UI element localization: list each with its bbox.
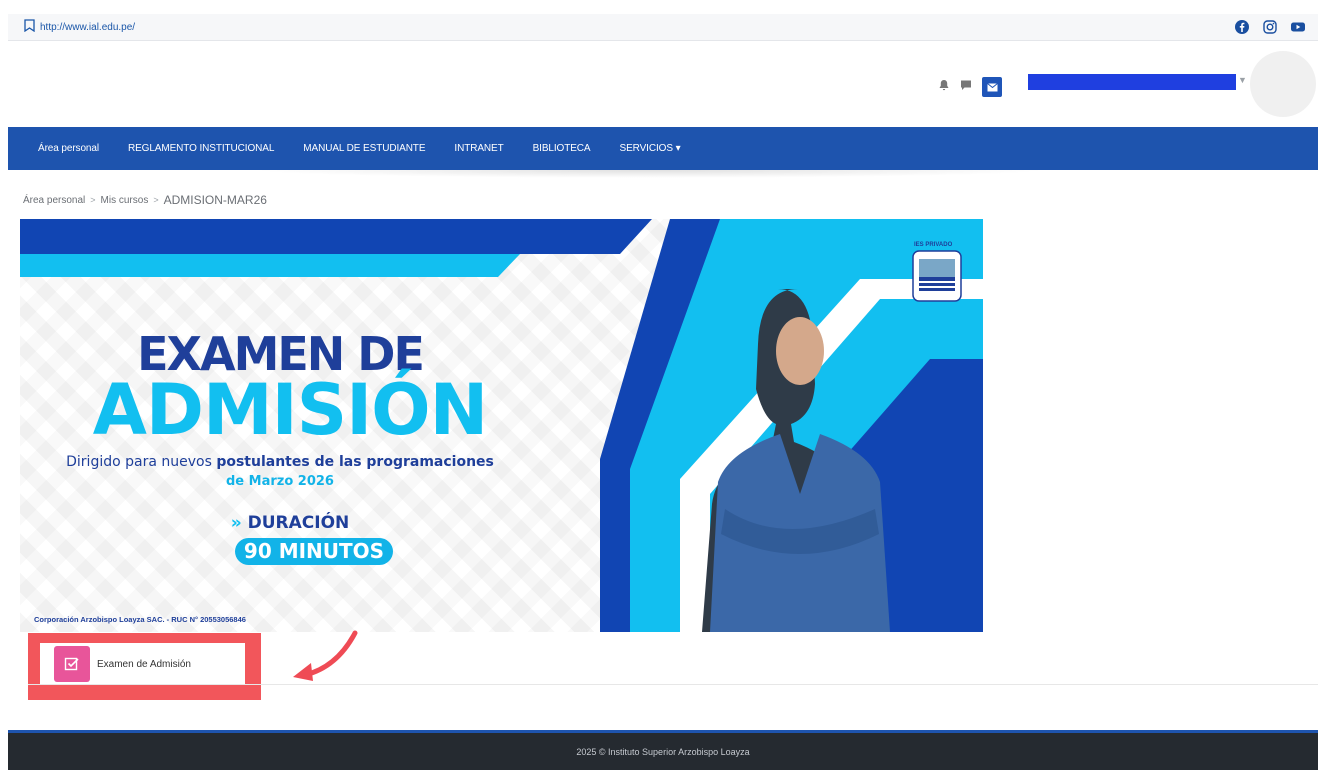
user-name-bar[interactable] bbox=[1028, 74, 1236, 90]
banner-title-line2: ADMISIÓN bbox=[92, 369, 489, 451]
website-link[interactable]: http://www.ial.edu.pe/ bbox=[24, 19, 135, 35]
nav-item-biblioteca[interactable]: BIBLIOTECA bbox=[533, 143, 591, 154]
arrow-icon bbox=[293, 630, 358, 681]
chevron-right-icon: > bbox=[153, 195, 159, 205]
mail-icon[interactable] bbox=[982, 77, 1002, 97]
avatar[interactable] bbox=[1250, 51, 1316, 117]
instagram-icon[interactable] bbox=[1262, 19, 1278, 35]
quiz-icon bbox=[54, 646, 90, 682]
banner-date: de Marzo 2026 bbox=[226, 474, 334, 489]
institution-logo-text: IES PRIVADO bbox=[914, 242, 953, 248]
page: http://www.ial.edu.pe/ ▼ Área personal R… bbox=[0, 0, 1322, 770]
banner-duration-value: 90 MINUTOS bbox=[235, 538, 393, 565]
activity-item[interactable]: Examen de Admisión bbox=[40, 643, 245, 685]
banner-corporation: Corporación Arzobispo Loayza SAC. - RUC … bbox=[34, 615, 246, 624]
main-navigation: Área personal REGLAMENTO INSTITUCIONAL M… bbox=[8, 127, 1318, 170]
top-info-bar: http://www.ial.edu.pe/ bbox=[8, 14, 1318, 41]
chat-icon[interactable] bbox=[960, 78, 972, 96]
chevron-right-icon: > bbox=[90, 195, 96, 205]
youtube-icon[interactable] bbox=[1290, 19, 1306, 35]
footer-copyright: 2025 © Instituto Superior Arzobispo Loay… bbox=[576, 746, 750, 757]
banner-subtitle: Dirigido para nuevos postulantes de las … bbox=[20, 454, 540, 470]
nav-item-manual[interactable]: MANUAL DE ESTUDIANTE bbox=[303, 143, 425, 154]
breadcrumb-mis-cursos[interactable]: Mis cursos bbox=[101, 195, 149, 206]
breadcrumb: Área personal > Mis cursos > ADMISION-MA… bbox=[23, 193, 267, 207]
banner-duration: » DURACIÓN bbox=[20, 513, 560, 533]
chevron-down-icon[interactable]: ▼ bbox=[1238, 75, 1247, 85]
facebook-icon[interactable] bbox=[1234, 19, 1250, 35]
site-header: ▼ bbox=[8, 41, 1318, 127]
nav-item-servicios[interactable]: SERVICIOS ▾ bbox=[620, 143, 681, 154]
nav-item-reglamento[interactable]: REGLAMENTO INSTITUCIONAL bbox=[128, 143, 274, 154]
banner-subtitle-bold: postulantes de las programaciones bbox=[216, 454, 494, 470]
bell-icon[interactable] bbox=[938, 78, 950, 96]
breadcrumb-current: ADMISION-MAR26 bbox=[163, 193, 267, 207]
breadcrumb-area-personal[interactable]: Área personal bbox=[23, 195, 85, 206]
left-margin bbox=[0, 0, 8, 770]
website-url: http://www.ial.edu.pe/ bbox=[40, 21, 136, 33]
site-footer: 2025 © Instituto Superior Arzobispo Loay… bbox=[8, 730, 1318, 770]
nav-shadow bbox=[250, 170, 1050, 178]
header-actions bbox=[938, 77, 1002, 97]
section-divider bbox=[28, 684, 1318, 685]
bookmark-icon bbox=[24, 19, 35, 35]
activity-link[interactable]: Examen de Admisión bbox=[97, 659, 191, 670]
right-margin bbox=[1318, 0, 1322, 770]
social-links bbox=[1234, 19, 1306, 35]
banner-subtitle-prefix: Dirigido para nuevos bbox=[66, 454, 217, 470]
nav-item-area-personal[interactable]: Área personal bbox=[38, 143, 99, 154]
banner-duration-label: DURACIÓN bbox=[247, 513, 350, 533]
course-banner-image: IES PRIVADO EXAMEN DE ADMISIÓN Dirigido … bbox=[20, 219, 983, 632]
double-chevron-icon: » bbox=[230, 513, 242, 533]
nav-item-intranet[interactable]: INTRANET bbox=[454, 143, 503, 154]
